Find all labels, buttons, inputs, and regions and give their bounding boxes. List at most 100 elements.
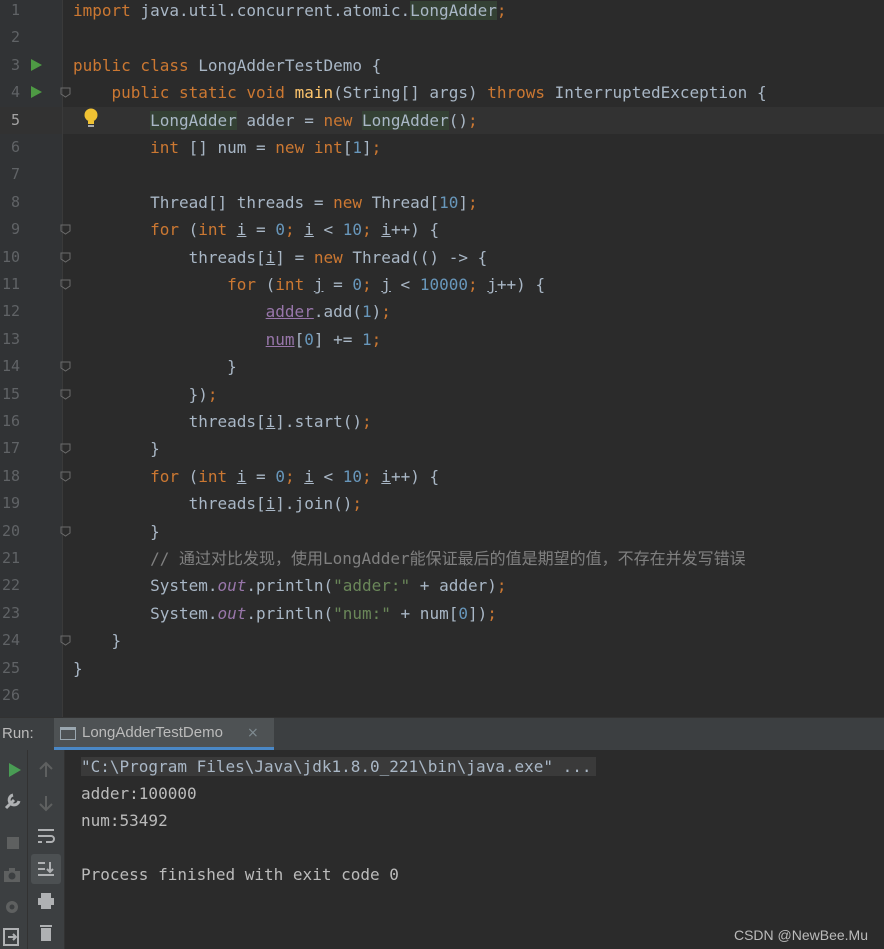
code-token: threads[ <box>73 247 266 267</box>
close-icon[interactable]: × <box>247 718 259 748</box>
code-line[interactable]: public class LongAdderTestDemo { <box>73 52 381 79</box>
code-token: } <box>73 439 160 459</box>
code-token: = <box>246 466 276 486</box>
code-editor[interactable]: 1 2 3 4 5 6 7 8 9 10 11 12 13 14 15 16 17 18 19 20 21 22 23 24 2… <box>0 0 884 717</box>
lightbulb-icon[interactable] <box>82 107 100 129</box>
console-line[interactable]: num:53492 <box>81 807 168 834</box>
code-token: 0 <box>275 466 285 486</box>
code-line[interactable]: public static void main(String[] args) t… <box>73 79 767 106</box>
code-token: int <box>198 466 237 486</box>
run-main-icon[interactable] <box>31 86 42 98</box>
code-token: java.util.concurrent.atomic. <box>140 1 411 20</box>
code-line[interactable]: int [] num = new int[1]; <box>73 134 381 161</box>
fold-icon[interactable] <box>60 361 71 372</box>
run-tool-window-header: Run: LongAdderTestDemo × <box>0 717 884 750</box>
tab-title: LongAdderTestDemo <box>82 724 223 741</box>
line-number: 12 <box>1 302 20 321</box>
code-token: num <box>265 329 295 349</box>
code-line[interactable]: }); <box>73 381 218 408</box>
code-token: Thread[ <box>371 192 440 212</box>
fold-icon[interactable] <box>60 443 71 454</box>
console-line[interactable]: Process finished with exit code 0 <box>81 861 399 888</box>
code-line[interactable]: adder.add(1); <box>73 298 391 325</box>
code-line[interactable]: } <box>73 353 237 380</box>
fold-icon[interactable] <box>60 224 71 235</box>
fold-icon[interactable] <box>60 279 71 290</box>
code-token: < <box>390 275 420 294</box>
code-line[interactable]: System.out.println("num:" + num[0]); <box>73 600 497 627</box>
scroll-to-end-icon[interactable] <box>35 858 57 880</box>
code-token: [] num = <box>188 138 276 157</box>
code-token: } <box>73 357 237 377</box>
console-line[interactable]: adder:100000 <box>81 780 197 807</box>
code-line[interactable]: import java.util.concurrent.atomic.LongA… <box>73 0 507 24</box>
code-token: ] <box>458 192 468 212</box>
code-token: new int <box>275 138 343 157</box>
code-token: ; <box>362 220 382 240</box>
code-line[interactable]: // 通过对比发现，使用LongAdder能保证最后的值是期望的值，不存在并发写… <box>73 545 746 572</box>
code-token: ( <box>265 275 276 294</box>
code-line[interactable]: } <box>73 655 83 682</box>
exit-icon[interactable] <box>1 926 23 948</box>
code-token: ; <box>371 138 382 157</box>
code-token: ) <box>371 302 382 322</box>
code-token: + adder) <box>410 576 497 596</box>
code-token: = <box>323 275 353 294</box>
code-token: ( <box>188 466 199 486</box>
run-class-icon[interactable] <box>31 59 42 71</box>
command-line[interactable]: "C:\Program Files\Java\jdk1.8.0_221\bin\… <box>81 757 596 776</box>
fold-icon[interactable] <box>60 87 71 98</box>
line-number: 14 <box>1 357 20 376</box>
fold-icon[interactable] <box>60 635 71 646</box>
run-console[interactable]: "C:\Program Files\Java\jdk1.8.0_221\bin\… <box>0 750 884 949</box>
arrow-up-icon[interactable] <box>35 759 57 781</box>
code-token: public static void <box>73 83 295 103</box>
code-token: } <box>73 658 83 678</box>
code-token: i <box>381 220 391 240</box>
code-line[interactable]: } <box>73 435 160 462</box>
code-token: ++) { <box>390 220 440 240</box>
soft-wrap-icon[interactable] <box>35 825 57 847</box>
code-token: 10000 <box>419 275 468 294</box>
line-number: 16 <box>1 412 20 430</box>
code-line[interactable]: System.out.println("adder:" + adder); <box>73 572 506 599</box>
line-number: 2 <box>10 28 20 47</box>
fold-icon[interactable] <box>60 471 71 482</box>
code-line[interactable]: threads[i].start(); <box>73 408 372 435</box>
trash-icon[interactable] <box>35 922 57 944</box>
code-token: } <box>73 521 160 541</box>
code-token: adder = <box>236 110 324 130</box>
code-token: for <box>227 275 266 294</box>
code-token: ] += <box>313 329 363 349</box>
rerun-icon[interactable] <box>3 759 25 781</box>
code-token: < <box>313 220 343 240</box>
print-icon[interactable] <box>35 890 57 912</box>
stop-icon[interactable] <box>2 832 24 854</box>
code-line[interactable]: for (int i = 0; i < 10; i++) { <box>73 463 439 490</box>
arrow-down-icon[interactable] <box>35 792 57 814</box>
fold-icon[interactable] <box>60 389 71 400</box>
code-token: ++) { <box>496 275 546 294</box>
fold-icon[interactable] <box>60 252 71 263</box>
code-line[interactable]: } <box>73 518 160 545</box>
code-line[interactable]: LongAdder adder = new LongAdder(); <box>73 107 478 134</box>
code-line[interactable]: for (int i = 0; i < 10; i++) { <box>73 216 439 243</box>
gear-icon[interactable] <box>1 896 23 918</box>
code-token: ; <box>362 275 382 294</box>
code-token: ++) { <box>390 466 440 486</box>
code-token: ; <box>467 110 478 130</box>
tab-longaddertestdemo[interactable]: LongAdderTestDemo × <box>54 718 274 750</box>
code-line[interactable]: num[0] += 1; <box>73 326 382 353</box>
code-line[interactable]: for (int j = 0; j < 10000; j++) { <box>73 271 545 298</box>
line-number: 22 <box>1 576 20 595</box>
code-token: ; <box>284 466 305 486</box>
code-line[interactable]: Thread[] threads = new Thread[10]; <box>73 189 478 216</box>
fold-icon[interactable] <box>60 526 71 537</box>
camera-icon[interactable] <box>1 864 23 886</box>
line-number: 6 <box>10 138 20 156</box>
code-line[interactable]: } <box>73 627 122 654</box>
code-line[interactable]: threads[i].join(); <box>73 490 362 517</box>
line-number: 24 <box>1 631 20 650</box>
wrench-icon[interactable] <box>2 790 24 812</box>
code-line[interactable]: threads[i] = new Thread(() -> { <box>73 244 488 271</box>
